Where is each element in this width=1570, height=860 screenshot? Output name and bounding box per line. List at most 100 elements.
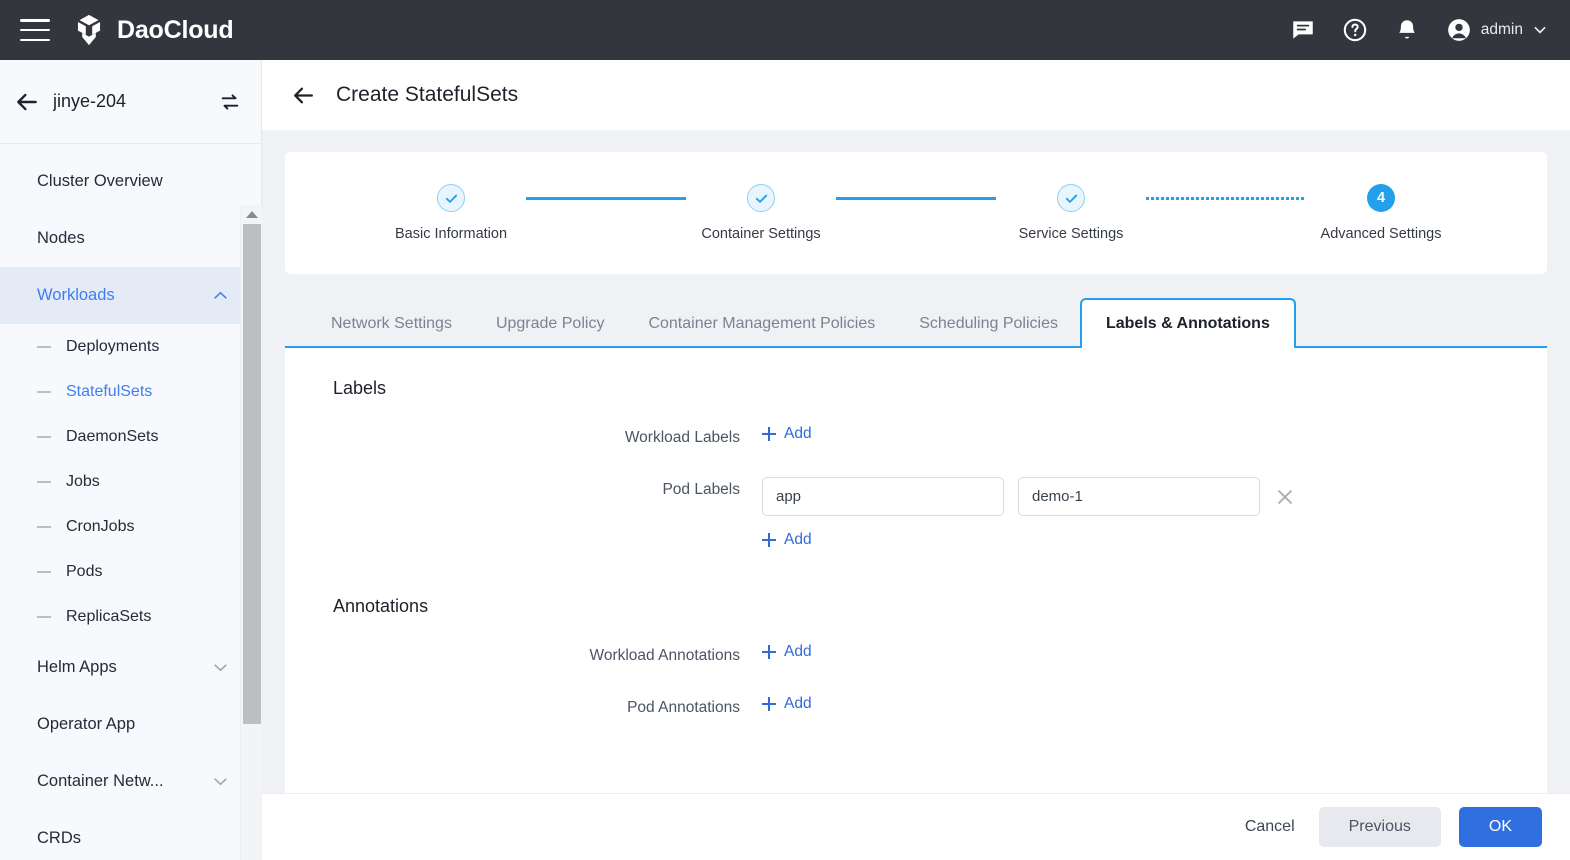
page-back-arrow-icon[interactable] (291, 83, 316, 108)
tab-labels-annotations[interactable]: Labels & Annotations (1080, 298, 1296, 348)
ok-button[interactable]: OK (1459, 807, 1542, 847)
pod-labels-add-label: Add (784, 531, 812, 549)
scroll-up-arrow-icon[interactable] (241, 205, 263, 223)
sidebar-item-label: Container Netw... (37, 772, 164, 791)
dash-icon (37, 571, 51, 573)
step-number-badge: 4 (1367, 184, 1395, 212)
bell-icon[interactable] (1394, 17, 1420, 43)
sidebar-scrollbar[interactable] (240, 205, 262, 860)
pod-label-value-input[interactable] (1018, 477, 1260, 516)
tab-label: Labels & Annotations (1106, 315, 1270, 333)
chat-icon[interactable] (1290, 17, 1316, 43)
sidebar-subitem-cronjobs[interactable]: CronJobs (0, 504, 246, 549)
pod-label-entry (762, 477, 1296, 516)
workload-annotations-row: Workload Annotations Add (285, 643, 1547, 665)
pod-label-key-input[interactable] (762, 477, 1004, 516)
cancel-button[interactable]: Cancel (1239, 809, 1301, 845)
workload-labels-add-label: Add (784, 425, 812, 443)
content-card: Network Settings Upgrade Policy Container … (285, 296, 1547, 793)
workload-labels-add-button[interactable]: Add (762, 425, 812, 443)
sidebar-subitem-daemonsets[interactable]: DaemonSets (0, 414, 246, 459)
sidebar: jinye-204 Cluster Overview Nodes Workloads… (0, 60, 262, 860)
sidebar-subitem-deployments[interactable]: Deployments (0, 324, 246, 369)
workload-annotations-add-button[interactable]: Add (762, 643, 812, 661)
tab-container-management-policies[interactable]: Container Management Policies (626, 302, 897, 346)
sidebar-item-label: Nodes (37, 229, 85, 248)
pod-annotations-add-label: Add (784, 695, 812, 713)
sidebar-item-label: Cluster Overview (37, 172, 163, 191)
pod-labels-label: Pod Labels (285, 477, 740, 499)
sidebar-subitem-label: Deployments (66, 338, 159, 356)
pod-annotations-add-button[interactable]: Add (762, 695, 812, 713)
sidebar-subitem-replicasets[interactable]: ReplicaSets (0, 594, 246, 639)
close-icon[interactable] (1274, 486, 1296, 508)
plus-icon (762, 533, 776, 547)
footer-actions: Cancel Previous OK (262, 793, 1570, 860)
app-root: DaoCloud admin (0, 0, 1570, 860)
chevron-down-icon[interactable] (213, 663, 228, 672)
annotations-section-title: Annotations (285, 596, 1547, 617)
step-number: 4 (1377, 190, 1385, 206)
sidebar-subitem-label: DaemonSets (66, 428, 159, 446)
sidebar-subitem-pods[interactable]: Pods (0, 549, 246, 594)
page-header: Create StatefulSets (262, 60, 1570, 130)
step-label: Container Settings (701, 226, 820, 242)
scrollbar-thumb[interactable] (243, 224, 261, 724)
previous-button[interactable]: Previous (1319, 807, 1441, 847)
workload-annotations-add-label: Add (784, 643, 812, 661)
hamburger-icon[interactable] (20, 19, 50, 41)
step-label: Advanced Settings (1321, 226, 1442, 242)
dash-icon (37, 346, 51, 348)
sidebar-item-label: Operator App (37, 715, 135, 734)
pod-annotations-row: Pod Annotations Add (285, 695, 1547, 717)
workload-labels-label: Workload Labels (285, 425, 740, 447)
wizard-step-2[interactable]: Container Settings (686, 184, 836, 242)
tab-scheduling-policies[interactable]: Scheduling Policies (897, 302, 1080, 346)
wizard-step-1[interactable]: Basic Information (376, 184, 526, 242)
pod-annotations-label: Pod Annotations (285, 695, 740, 717)
step-complete-check-icon (1057, 184, 1085, 212)
plus-icon (762, 427, 776, 441)
plus-icon (762, 645, 776, 659)
top-bar: DaoCloud admin (0, 0, 1570, 60)
tab-upgrade-policy[interactable]: Upgrade Policy (474, 302, 627, 346)
sidebar-subitem-label: Jobs (66, 473, 100, 491)
sidebar-item-operator-app[interactable]: Operator App (0, 696, 246, 753)
chevron-down-icon[interactable] (1532, 22, 1548, 38)
sidebar-item-helm-apps[interactable]: Helm Apps (0, 639, 246, 696)
tab-label: Upgrade Policy (496, 315, 605, 333)
tab-bar: Network Settings Upgrade Policy Container … (285, 296, 1547, 348)
tab-network-settings[interactable]: Network Settings (309, 302, 474, 346)
help-icon[interactable] (1342, 17, 1368, 43)
sidebar-item-nodes[interactable]: Nodes (0, 210, 246, 267)
sidebar-subitem-label: StatefulSets (66, 383, 152, 401)
sidebar-item-crds[interactable]: CRDs (0, 810, 246, 860)
user-name: admin (1481, 21, 1523, 39)
switch-cluster-icon[interactable] (219, 91, 241, 113)
sidebar-item-cluster-overview[interactable]: Cluster Overview (0, 153, 246, 210)
sidebar-item-workloads[interactable]: Workloads (0, 267, 246, 324)
sidebar-subitem-jobs[interactable]: Jobs (0, 459, 246, 504)
sidebar-item-label: Helm Apps (37, 658, 117, 677)
wizard-step-4[interactable]: 4 Advanced Settings (1306, 184, 1456, 242)
brand: DaoCloud (72, 13, 233, 47)
sidebar-subitem-label: Pods (66, 563, 102, 581)
tab-label: Container Management Policies (648, 315, 875, 333)
chevron-up-icon[interactable] (213, 291, 228, 300)
step-label: Service Settings (1019, 226, 1124, 242)
sidebar-subitem-statefulsets[interactable]: StatefulSets (0, 369, 246, 414)
labels-section-title: Labels (285, 378, 1547, 399)
sidebar-item-container-netw-[interactable]: Container Netw... (0, 753, 246, 810)
wizard-step-3[interactable]: Service Settings (996, 184, 1146, 242)
top-bar-actions: admin (1290, 17, 1570, 43)
cluster-name: jinye-204 (53, 91, 126, 112)
step-connector (526, 197, 686, 200)
user-menu[interactable]: admin (1446, 17, 1548, 43)
sidebar-subitem-label: CronJobs (66, 518, 134, 536)
back-arrow-icon[interactable] (14, 89, 40, 115)
tab-label: Scheduling Policies (919, 315, 1058, 333)
chevron-down-icon[interactable] (213, 777, 228, 786)
pod-labels-add-button[interactable]: Add (762, 531, 812, 549)
dash-icon (37, 481, 51, 483)
dash-icon (37, 616, 51, 618)
